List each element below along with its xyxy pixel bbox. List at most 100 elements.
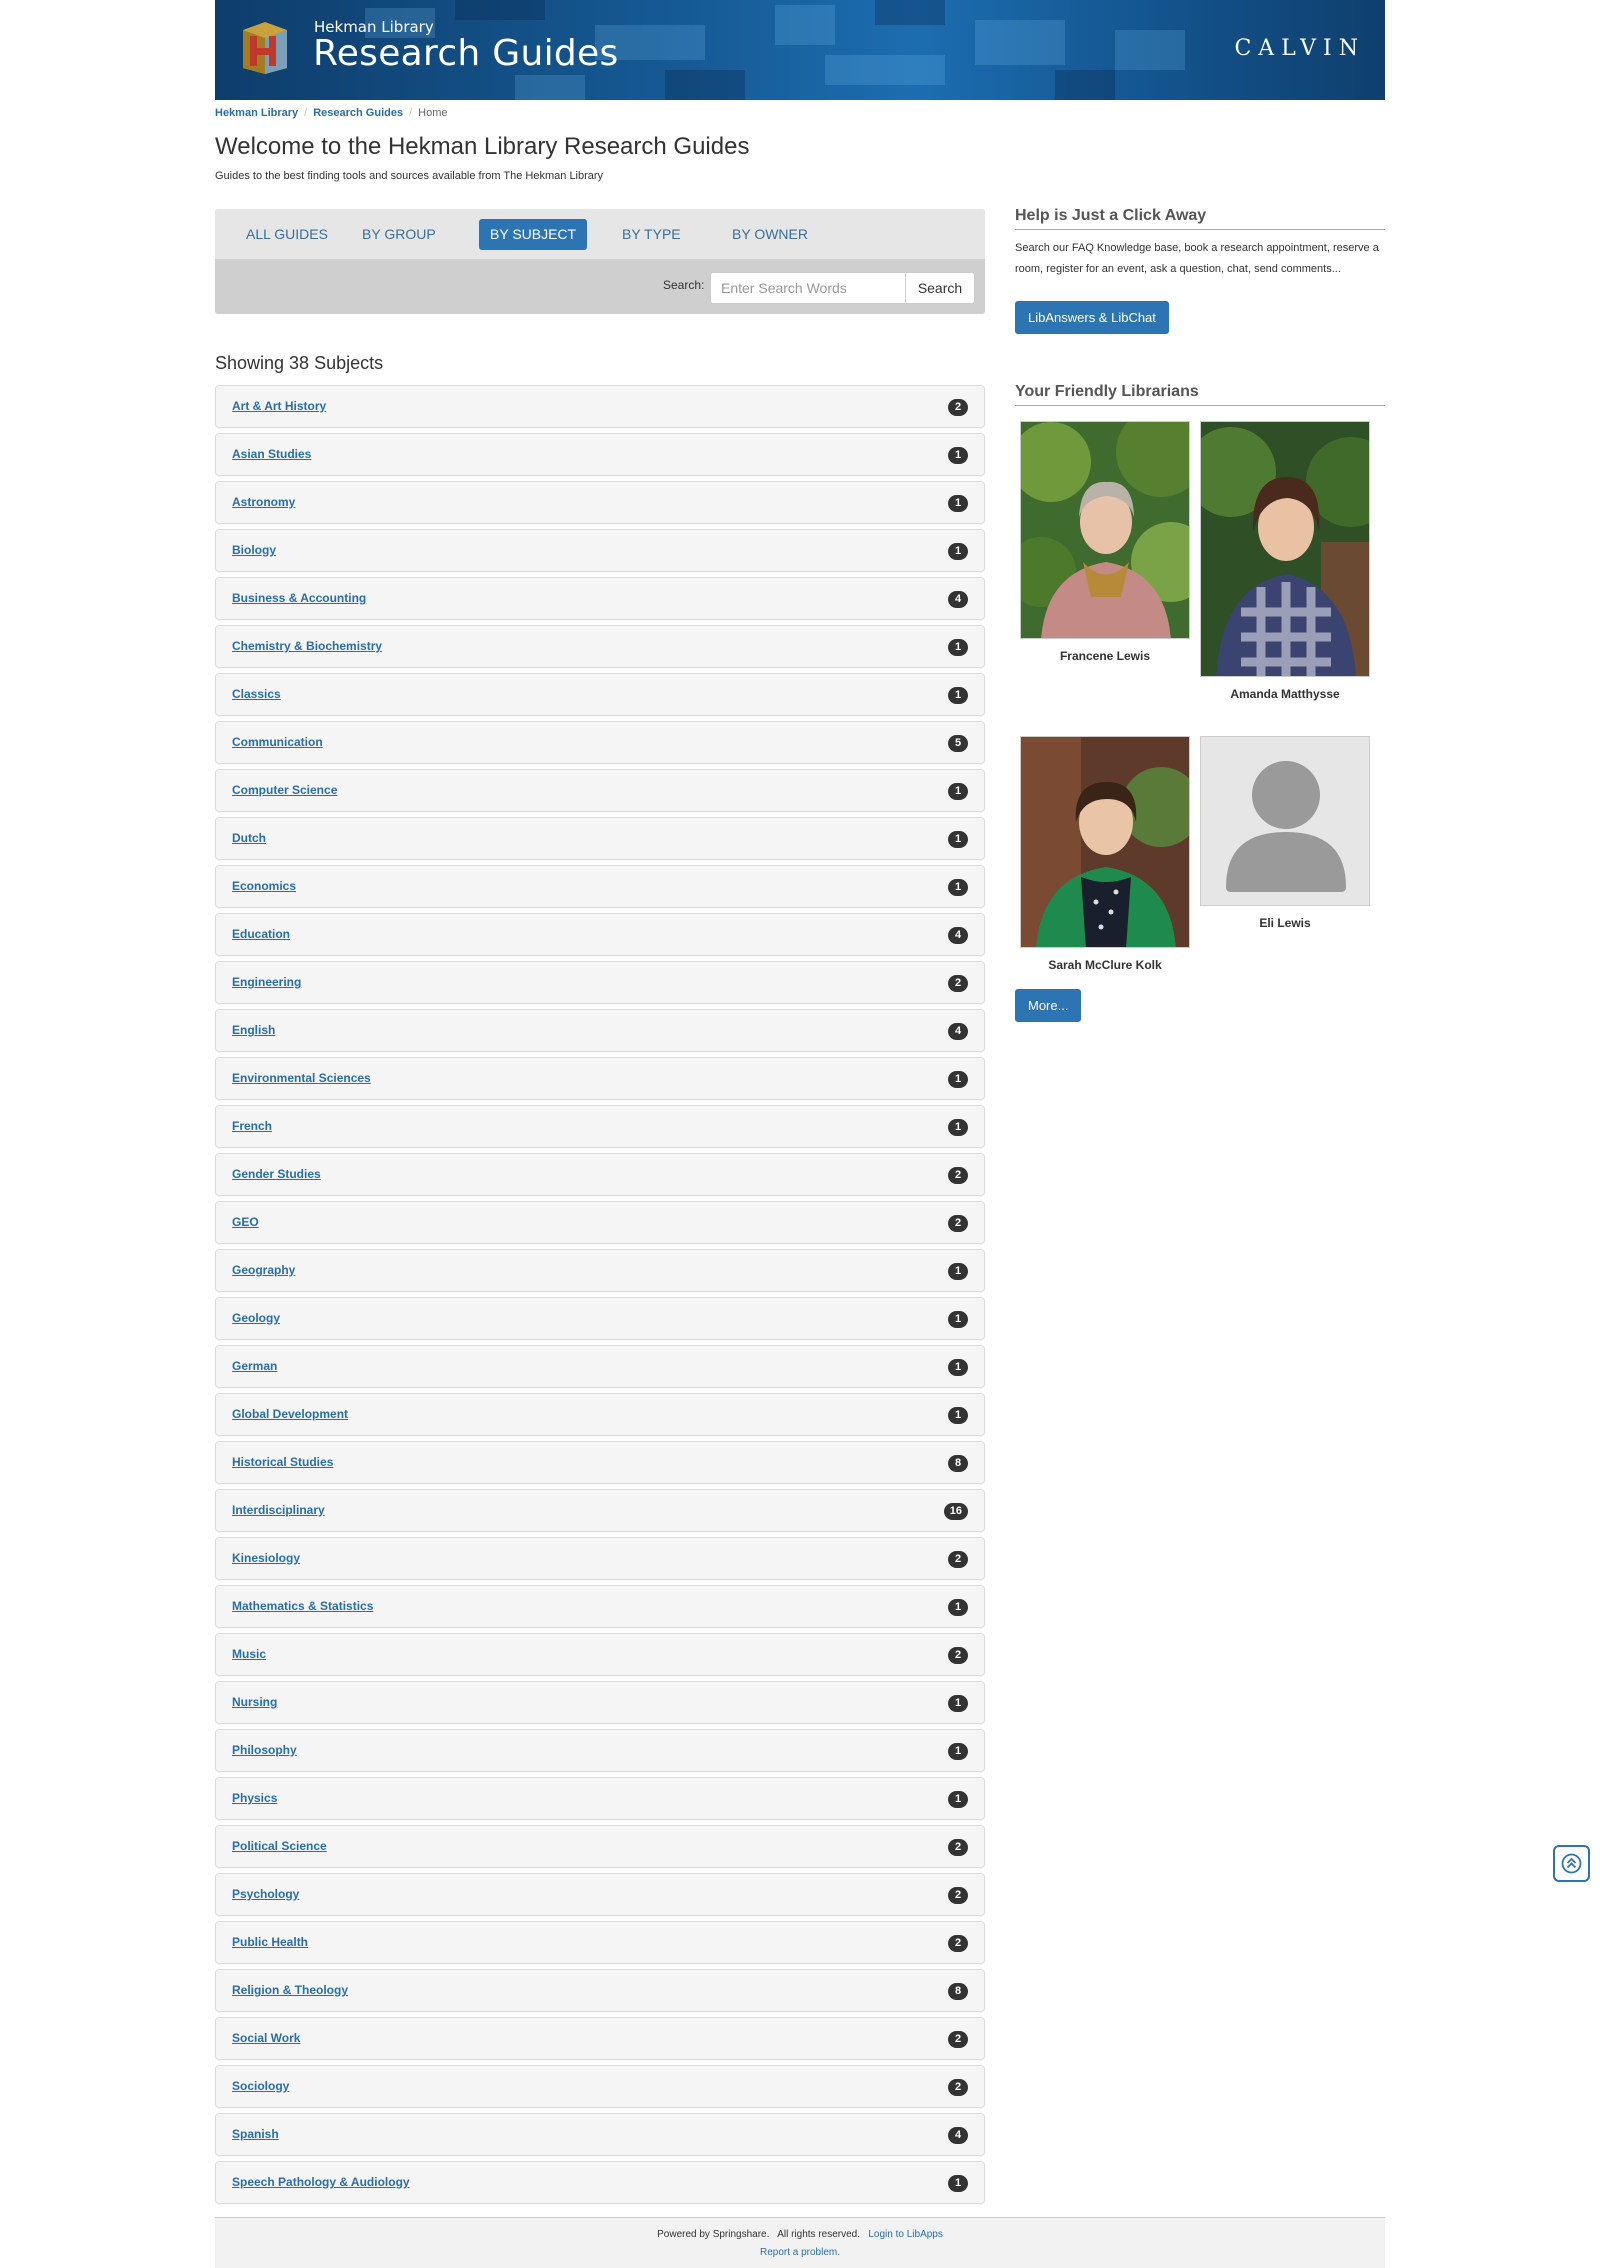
subject-link[interactable]: Political Science bbox=[232, 1839, 327, 1853]
subject-row[interactable]: Public Health 2 bbox=[215, 1921, 985, 1964]
subject-row[interactable]: English 4 bbox=[215, 1009, 985, 1052]
search-input[interactable] bbox=[710, 272, 906, 304]
subject-row[interactable]: Astronomy 1 bbox=[215, 481, 985, 524]
subject-row[interactable]: Biology 1 bbox=[215, 529, 985, 572]
subject-link[interactable]: Speech Pathology & Audiology bbox=[232, 2175, 410, 2189]
subject-row[interactable]: Geography 1 bbox=[215, 1249, 985, 1292]
subject-link[interactable]: Public Health bbox=[232, 1935, 308, 1949]
subject-row[interactable]: Geology 1 bbox=[215, 1297, 985, 1340]
breadcrumb-hekman-library[interactable]: Hekman Library bbox=[215, 107, 298, 119]
subject-row[interactable]: Spanish 4 bbox=[215, 2113, 985, 2156]
tab-by-group[interactable]: BY GROUP bbox=[351, 219, 447, 250]
librarian-photo[interactable] bbox=[1020, 421, 1190, 639]
subject-link[interactable]: Religion & Theology bbox=[232, 1983, 348, 1997]
librarian-photo[interactable] bbox=[1200, 421, 1370, 677]
site-banner[interactable]: Hekman Library Research Guides CALVIN bbox=[215, 0, 1385, 100]
subject-link[interactable]: Social Work bbox=[232, 2031, 300, 2045]
subject-row[interactable]: Mathematics & Statistics 1 bbox=[215, 1585, 985, 1628]
subject-row[interactable]: Religion & Theology 8 bbox=[215, 1969, 985, 2012]
librarian-card[interactable]: Francene Lewis bbox=[1020, 421, 1190, 663]
subject-row[interactable]: Music 2 bbox=[215, 1633, 985, 1676]
subject-link[interactable]: Art & Art History bbox=[232, 399, 326, 413]
subject-link[interactable]: Biology bbox=[232, 543, 276, 557]
subject-row[interactable]: Asian Studies 1 bbox=[215, 433, 985, 476]
subject-row[interactable]: German 1 bbox=[215, 1345, 985, 1388]
subject-link[interactable]: Philosophy bbox=[232, 1743, 297, 1757]
subject-row[interactable]: Sociology 2 bbox=[215, 2065, 985, 2108]
subject-row[interactable]: Social Work 2 bbox=[215, 2017, 985, 2060]
subject-link[interactable]: Engineering bbox=[232, 975, 301, 989]
subject-row[interactable]: Education 4 bbox=[215, 913, 985, 956]
subject-row[interactable]: Art & Art History 2 bbox=[215, 385, 985, 428]
subject-row[interactable]: Communication 5 bbox=[215, 721, 985, 764]
subject-link[interactable]: Sociology bbox=[232, 2079, 289, 2093]
login-libapps-link[interactable]: Login to LibApps bbox=[868, 2229, 943, 2240]
subject-row[interactable]: GEO 2 bbox=[215, 1201, 985, 1244]
default-avatar-icon[interactable] bbox=[1200, 736, 1370, 906]
subject-link[interactable]: Chemistry & Biochemistry bbox=[232, 639, 382, 653]
subject-row[interactable]: Speech Pathology & Audiology 1 bbox=[215, 2161, 985, 2204]
subject-link[interactable]: Nursing bbox=[232, 1695, 277, 1709]
subject-link[interactable]: Computer Science bbox=[232, 783, 337, 797]
subject-row[interactable]: Kinesiology 2 bbox=[215, 1537, 985, 1580]
subject-link[interactable]: Communication bbox=[232, 735, 323, 749]
subject-link[interactable]: Kinesiology bbox=[232, 1551, 300, 1565]
subject-link[interactable]: Spanish bbox=[232, 2127, 279, 2141]
subject-row[interactable]: Historical Studies 8 bbox=[215, 1441, 985, 1484]
librarian-name[interactable]: Sarah McClure Kolk bbox=[1020, 958, 1190, 972]
more-librarians-button[interactable]: More... bbox=[1015, 989, 1082, 1022]
subject-link[interactable]: Historical Studies bbox=[232, 1455, 333, 1469]
subject-row[interactable]: Global Development 1 bbox=[215, 1393, 985, 1436]
subject-row[interactable]: Gender Studies 2 bbox=[215, 1153, 985, 1196]
subject-link[interactable]: Physics bbox=[232, 1791, 277, 1805]
subject-row[interactable]: Physics 1 bbox=[215, 1777, 985, 1820]
subject-row[interactable]: Economics 1 bbox=[215, 865, 985, 908]
subject-link[interactable]: Mathematics & Statistics bbox=[232, 1599, 373, 1613]
subject-link[interactable]: Business & Accounting bbox=[232, 591, 366, 605]
tab-by-type[interactable]: BY TYPE bbox=[611, 219, 692, 250]
subject-link[interactable]: Gender Studies bbox=[232, 1167, 321, 1181]
subject-row[interactable]: Engineering 2 bbox=[215, 961, 985, 1004]
librarian-card[interactable]: Sarah McClure Kolk bbox=[1020, 736, 1190, 972]
subject-link[interactable]: Economics bbox=[232, 879, 296, 893]
subject-row[interactable]: Classics 1 bbox=[215, 673, 985, 716]
subject-row[interactable]: Business & Accounting 4 bbox=[215, 577, 985, 620]
subject-row[interactable]: Philosophy 1 bbox=[215, 1729, 985, 1772]
subject-link[interactable]: GEO bbox=[232, 1215, 259, 1229]
subject-row[interactable]: Chemistry & Biochemistry 1 bbox=[215, 625, 985, 668]
subject-row[interactable]: Interdisciplinary 16 bbox=[215, 1489, 985, 1532]
subject-link[interactable]: Global Development bbox=[232, 1407, 348, 1421]
subject-link[interactable]: Geography bbox=[232, 1263, 295, 1277]
report-problem-link[interactable]: Report a problem. bbox=[760, 2247, 840, 2258]
subject-link[interactable]: Astronomy bbox=[232, 495, 295, 509]
subject-link[interactable]: Interdisciplinary bbox=[232, 1503, 325, 1517]
tab-all-guides[interactable]: ALL GUIDES bbox=[235, 219, 339, 250]
subject-link[interactable]: French bbox=[232, 1119, 272, 1133]
subject-link[interactable]: Classics bbox=[232, 687, 281, 701]
libanswers-libchat-button[interactable]: LibAnswers & LibChat bbox=[1015, 301, 1169, 334]
librarian-photo[interactable] bbox=[1020, 736, 1190, 948]
subject-row[interactable]: Political Science 2 bbox=[215, 1825, 985, 1868]
subject-link[interactable]: Music bbox=[232, 1647, 266, 1661]
librarian-card[interactable]: Eli Lewis bbox=[1200, 736, 1370, 930]
search-button[interactable]: Search bbox=[905, 272, 975, 304]
subject-link[interactable]: Psychology bbox=[232, 1887, 299, 1901]
subject-link[interactable]: English bbox=[232, 1023, 275, 1037]
subject-row[interactable]: Dutch 1 bbox=[215, 817, 985, 860]
breadcrumb-research-guides[interactable]: Research Guides bbox=[313, 107, 403, 119]
tab-by-subject[interactable]: BY SUBJECT bbox=[479, 219, 588, 250]
subject-row[interactable]: Environmental Sciences 1 bbox=[215, 1057, 985, 1100]
subject-link[interactable]: Environmental Sciences bbox=[232, 1071, 371, 1085]
subject-link[interactable]: Geology bbox=[232, 1311, 280, 1325]
subject-link[interactable]: Education bbox=[232, 927, 290, 941]
subject-link[interactable]: Dutch bbox=[232, 831, 266, 845]
subject-row[interactable]: Psychology 2 bbox=[215, 1873, 985, 1916]
back-to-top-button[interactable] bbox=[1553, 1845, 1590, 1882]
librarian-name[interactable]: Amanda Matthysse bbox=[1200, 687, 1370, 701]
librarian-name[interactable]: Francene Lewis bbox=[1020, 649, 1190, 663]
subject-link[interactable]: German bbox=[232, 1359, 277, 1373]
subject-row[interactable]: Computer Science 1 bbox=[215, 769, 985, 812]
subject-row[interactable]: French 1 bbox=[215, 1105, 985, 1148]
subject-link[interactable]: Asian Studies bbox=[232, 447, 311, 461]
librarian-name[interactable]: Eli Lewis bbox=[1200, 916, 1370, 930]
